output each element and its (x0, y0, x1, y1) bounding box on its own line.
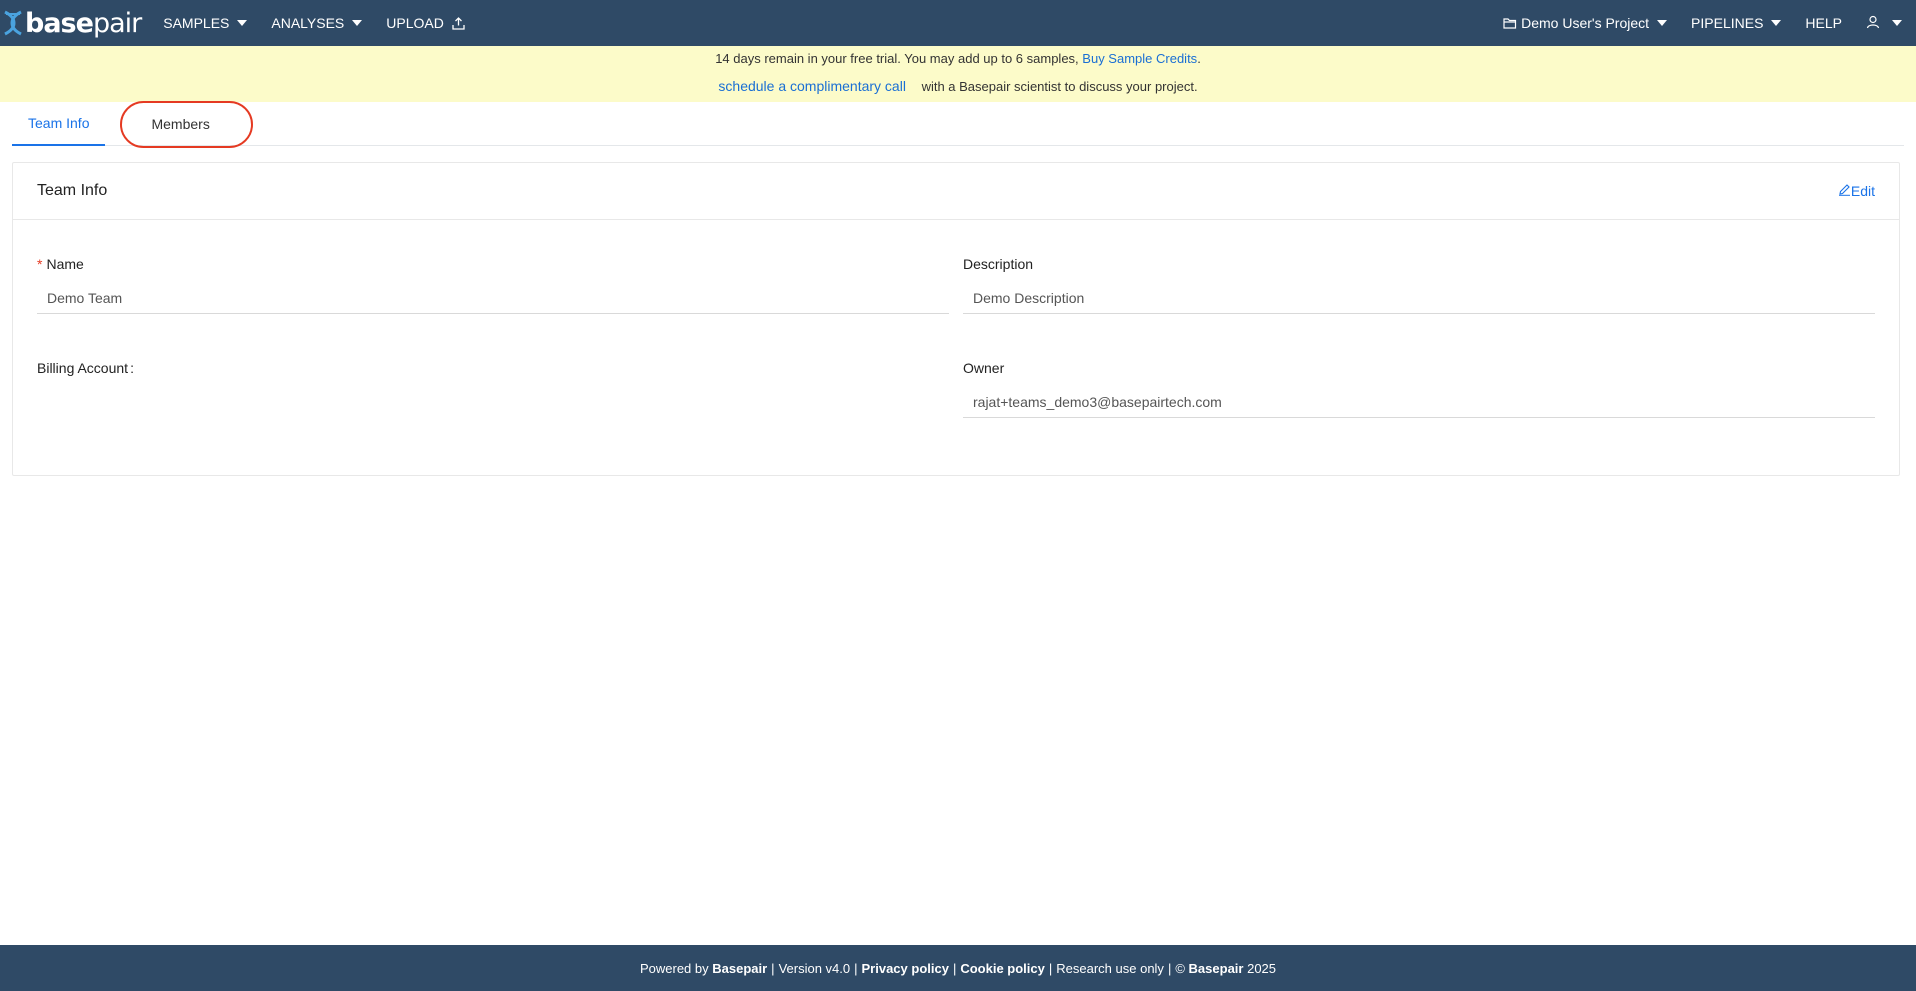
required-marker: * (37, 256, 43, 272)
user-icon (1866, 15, 1880, 32)
caret-down-icon (1657, 20, 1668, 26)
trial-banner: 14 days remain in your free trial. You m… (0, 46, 1916, 102)
user-menu[interactable] (1854, 0, 1902, 46)
page-footer: Powered by Basepair | Version v4.0 | Pri… (0, 945, 1916, 991)
caret-down-icon (237, 20, 248, 26)
owner-label: Owner (963, 360, 1004, 376)
nav-pipelines[interactable]: PIPELINES (1679, 0, 1793, 46)
description-label-text: Description (963, 256, 1034, 272)
billing-account-label: Billing Account: (37, 360, 134, 376)
buy-credits-link[interactable]: Buy Sample Credits (1082, 51, 1197, 66)
powered-by-text: Powered by (639, 960, 709, 976)
billing-account-label-text: Billing Account (37, 360, 129, 376)
nav-samples-label: SAMPLES (163, 15, 230, 31)
copyright-year: 2025 (1247, 960, 1277, 976)
tab-members-label: Members (151, 116, 210, 132)
billing-colon: : (130, 360, 134, 376)
trial-text: 14 days remain in your free trial. You m… (715, 51, 1079, 66)
card-header: Team Info Edit (13, 163, 1899, 220)
edit-icon (1838, 183, 1851, 199)
brand-name-light: pair (92, 7, 142, 39)
caret-down-icon (352, 20, 363, 26)
nav-pipelines-label: PIPELINES (1691, 15, 1764, 31)
footer-brand: Basepair (712, 960, 768, 976)
folder-icon (1503, 17, 1517, 29)
footer-separator: | (1167, 960, 1172, 976)
trial-text-end: . (1197, 51, 1201, 66)
caret-down-icon (1892, 20, 1902, 26)
footer-separator: | (952, 960, 957, 976)
edit-label: Edit (1850, 183, 1875, 199)
tab-team-info[interactable]: Team Info (12, 102, 106, 146)
top-navbar: basepair SAMPLES ANALYSES UPLOAD Demo Us… (0, 0, 1916, 46)
nav-upload-label: UPLOAD (386, 15, 444, 31)
brand-name-bold: base (25, 7, 94, 39)
description-label: Description (963, 256, 1033, 272)
footer-separator: | (771, 960, 775, 976)
nav-help-label: HELP (1805, 15, 1842, 31)
name-label: * Name (37, 256, 84, 272)
card-title: Team Info (37, 182, 108, 199)
team-info-card: Team Info Edit * Name Demo Team Descripti… (12, 162, 1900, 476)
owner-value: rajat+teams_demo3@basepairtech.com (973, 393, 1222, 410)
trial-banner-line2: schedule a complimentary call with a Bas… (0, 78, 1916, 94)
footer-separator: | (854, 960, 858, 976)
call-text: with a Basepair scientist to discuss you… (921, 79, 1198, 94)
name-value: Demo Team (47, 289, 123, 306)
description-field[interactable]: Demo Description (963, 282, 1875, 314)
cookie-policy-link[interactable]: Cookie policy (960, 961, 1045, 976)
name-label-text: Name (46, 256, 84, 272)
upload-icon (452, 16, 465, 30)
trial-banner-line1: 14 days remain in your free trial. You m… (0, 51, 1916, 66)
description-value: Demo Description (973, 289, 1085, 306)
caret-down-icon (1771, 20, 1782, 26)
brand-name: basepair (25, 7, 142, 39)
schedule-call-link[interactable]: schedule a complimentary call (718, 78, 906, 94)
owner-field[interactable]: rajat+teams_demo3@basepairtech.com (963, 386, 1875, 418)
privacy-policy-link[interactable]: Privacy policy (862, 961, 949, 976)
nav-help[interactable]: HELP (1793, 0, 1854, 46)
nav-samples[interactable]: SAMPLES (151, 0, 259, 46)
footer-version: Version v4.0 (778, 960, 851, 976)
copyright-brand: Basepair (1188, 960, 1244, 976)
edit-button[interactable]: Edit (1838, 183, 1875, 199)
owner-label-text: Owner (963, 360, 1005, 376)
name-field[interactable]: Demo Team (37, 282, 949, 314)
basepair-logo[interactable]: basepair (0, 0, 142, 46)
team-tabs: Team Info Members (12, 102, 1904, 146)
nav-analyses[interactable]: ANALYSES (259, 0, 374, 46)
dna-logo-icon (4, 10, 22, 36)
footer-separator: | (1048, 960, 1053, 976)
project-selector[interactable]: Demo User's Project (1491, 0, 1679, 46)
tab-members[interactable]: Members (117, 102, 243, 146)
research-use-text: Research use only (1056, 960, 1164, 976)
nav-upload[interactable]: UPLOAD (374, 0, 477, 46)
nav-analyses-label: ANALYSES (271, 15, 345, 31)
tab-team-info-label: Team Info (28, 115, 90, 131)
copyright-symbol: © (1175, 960, 1185, 976)
project-name: Demo User's Project (1521, 15, 1650, 31)
